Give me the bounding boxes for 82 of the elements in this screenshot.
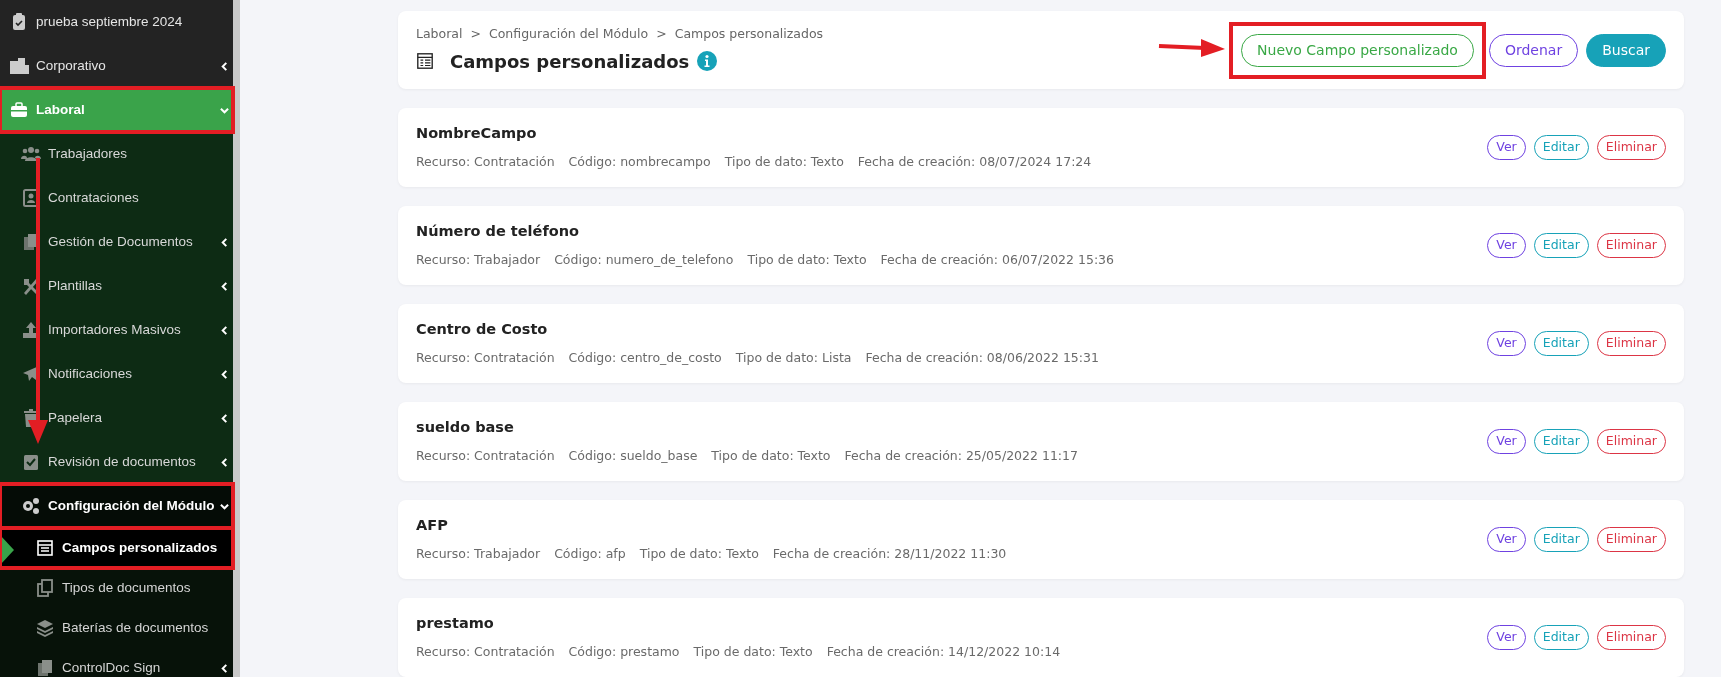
- chevron-left-icon: [220, 60, 229, 72]
- field-detail: Fecha de creación: 25/05/2022 11:17: [844, 447, 1078, 465]
- chevron-left-icon: [220, 368, 229, 380]
- sidebar-item[interactable]: Tipos de documentos: [0, 568, 233, 608]
- action-button[interactable]: Eliminar: [1596, 331, 1666, 356]
- field-name: AFP: [416, 516, 449, 536]
- field-detail: Fecha de creación: 08/07/2024 17:24: [857, 153, 1092, 171]
- breadcrumb-separator: >: [470, 25, 481, 44]
- page-title: Campos personalizados: [450, 49, 690, 74]
- sidebar-item[interactable]: Importadores Masivos: [0, 308, 233, 352]
- chevron-left-icon: [220, 412, 229, 424]
- sidebar-item[interactable]: Trabajadores: [0, 132, 233, 176]
- gears-icon: [20, 496, 42, 516]
- breadcrumb-item[interactable]: Laboral: [416, 25, 463, 44]
- field-detail: Tipo de dato: Texto: [711, 447, 831, 465]
- action-button[interactable]: Ver: [1487, 527, 1526, 552]
- field-detail: Tipo de dato: Lista: [735, 349, 852, 367]
- sidebar-item[interactable]: Notificaciones: [0, 352, 233, 396]
- action-button[interactable]: Eliminar: [1596, 625, 1666, 650]
- sidebar-item[interactable]: ControlDoc Sign: [0, 648, 233, 677]
- field-detail: Código: sueldo_base: [568, 447, 698, 465]
- chevron-left-icon: [220, 456, 229, 468]
- field-name: NombreCampo: [416, 124, 538, 144]
- form-icon: [416, 52, 434, 71]
- scrollbar[interactable]: [233, 0, 240, 677]
- field-name: Número de teléfono: [416, 222, 580, 242]
- field-detail: Recurso: Trabajador: [416, 251, 541, 269]
- field-name: Centro de Costo: [416, 320, 549, 340]
- users-icon: [20, 144, 42, 164]
- chevron-left-icon: [220, 236, 229, 248]
- field-detail: Recurso: Contratación: [416, 153, 555, 171]
- action-button[interactable]: Ver: [1487, 135, 1526, 160]
- breadcrumb-item[interactable]: Campos personalizados: [674, 25, 824, 44]
- field-name: sueldo base: [416, 418, 515, 438]
- field-detail: Fecha de creación: 14/12/2022 10:14: [826, 643, 1061, 661]
- briefcase-icon: [8, 100, 30, 120]
- sidebar-item[interactable]: Revisión de documentos: [0, 440, 233, 484]
- action-button[interactable]: Ver: [1487, 233, 1526, 258]
- field-detail: Código: afp: [554, 545, 626, 563]
- action-button[interactable]: Eliminar: [1596, 429, 1666, 454]
- chevron-left-icon: [220, 280, 229, 292]
- sidebar-item[interactable]: Contrataciones: [0, 176, 233, 220]
- field-detail: Código: nombrecampo: [568, 153, 711, 171]
- copy-icon: [34, 578, 56, 598]
- field-detail: Recurso: Contratación: [416, 349, 555, 367]
- action-button[interactable]: Ver: [1487, 625, 1526, 650]
- header-button[interactable]: Nuevo Campo personalizado: [1241, 33, 1474, 67]
- chevron-left-icon: [220, 662, 229, 674]
- field-detail: Fecha de creación: 28/11/2022 11:30: [772, 545, 1007, 563]
- form-icon: [34, 538, 56, 558]
- info-icon[interactable]: [697, 51, 718, 72]
- breadcrumb-separator: >: [656, 25, 667, 44]
- field-detail: Fecha de creación: 06/07/2022 15:36: [880, 251, 1115, 269]
- breadcrumb-item[interactable]: Configuración del Módulo: [488, 25, 649, 44]
- sidebar-item[interactable]: Gestión de Documentos: [0, 220, 233, 264]
- active-pointer-icon: [0, 535, 14, 565]
- layers-icon: [34, 618, 56, 638]
- header-button[interactable]: Ordenar: [1488, 33, 1579, 67]
- field-detail: Código: numero_de_telefono: [554, 251, 734, 269]
- field-detail: Código: centro_de_costo: [568, 349, 722, 367]
- field-name: prestamo: [416, 614, 495, 634]
- field-detail: Tipo de dato: Texto: [693, 643, 813, 661]
- sidebar-item[interactable]: Corporativo: [0, 44, 233, 88]
- sidebar-item[interactable]: Papelera: [0, 396, 233, 440]
- field-detail: Recurso: Contratación: [416, 447, 555, 465]
- building-icon: [8, 56, 30, 76]
- action-button[interactable]: Eliminar: [1596, 233, 1666, 258]
- field-detail: Recurso: Trabajador: [416, 545, 541, 563]
- action-button[interactable]: Eliminar: [1596, 527, 1666, 552]
- action-button[interactable]: Ver: [1487, 429, 1526, 454]
- field-detail: Tipo de dato: Texto: [747, 251, 867, 269]
- sidebar-item[interactable]: Plantillas: [0, 264, 233, 308]
- field-detail: Recurso: Contratación: [416, 643, 555, 661]
- chevron-left-icon: [220, 324, 229, 336]
- field-detail: Tipo de dato: Texto: [724, 153, 844, 171]
- action-button[interactable]: Ver: [1487, 331, 1526, 356]
- field-detail: Fecha de creación: 08/06/2022 15:31: [865, 349, 1099, 367]
- field-detail: Código: prestamo: [568, 643, 680, 661]
- sidebar-item[interactable]: prueba septiembre 2024: [0, 0, 233, 44]
- action-button[interactable]: Eliminar: [1596, 135, 1666, 160]
- field-detail: Tipo de dato: Texto: [639, 545, 759, 563]
- sidebar-item[interactable]: Baterías de documentos: [0, 608, 233, 648]
